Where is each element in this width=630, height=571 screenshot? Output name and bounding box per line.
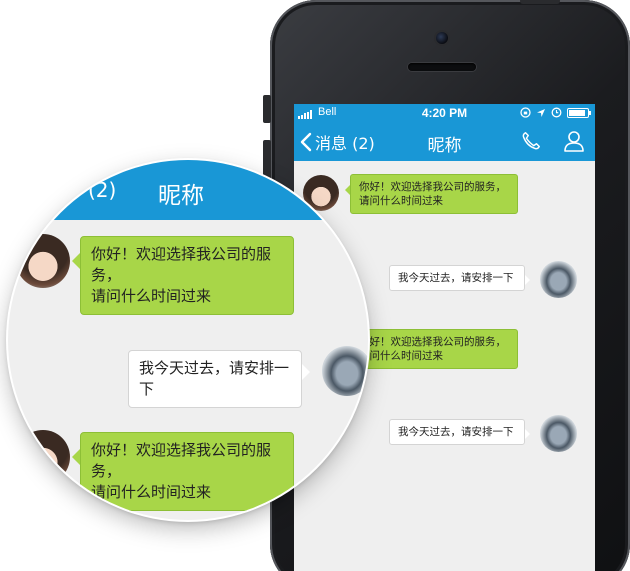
message-text: 请问什么时间过来 — [91, 287, 212, 305]
user-avatar[interactable] — [540, 415, 577, 452]
message-text: 请问什么时间过来 — [359, 195, 443, 207]
power-button — [520, 0, 560, 4]
message-text: 你好！欢迎选择我公司的服务， — [91, 441, 272, 480]
magnified-contact-avatar — [16, 430, 70, 484]
magnified-user-avatar — [322, 346, 368, 396]
message-bubble-sent[interactable]: 我今天过去，请安排一下 — [389, 419, 530, 445]
rotation-lock-icon — [520, 107, 531, 118]
battery-icon — [567, 107, 591, 118]
message-bubble-sent[interactable]: 我今天过去，请安排一下 — [389, 265, 530, 291]
magnifier-lens: (2) 昵称 你好！欢迎选择我公司的服务， 请问什么时间过来 我今天过去，请安排… — [8, 160, 368, 520]
message-text: 你好！欢迎选择我公司的服务， — [359, 181, 506, 193]
alarm-icon — [551, 107, 562, 118]
front-camera — [436, 32, 448, 44]
message-bubble-received[interactable]: 你好！欢迎选择我公司的服务， 请问什么时间过来 — [345, 174, 518, 214]
location-arrow-icon — [537, 108, 545, 117]
magnified-message-received: 你好！欢迎选择我公司的服务， 请问什么时间过来 — [72, 432, 294, 511]
magnified-chat-header: (2) 昵称 — [8, 160, 368, 220]
status-bar: Bell 4:20 PM — [294, 104, 595, 122]
message-text: 我今天过去，请安排一下 — [398, 426, 514, 438]
message-text: 我今天过去，请安排一下 — [398, 272, 514, 284]
magnified-message-received: 你好！欢迎选择我公司的服务， 请问什么时间过来 — [72, 236, 294, 315]
magnified-back-label: (2) — [88, 178, 117, 202]
message-text: 请问什么时间过来 — [91, 483, 212, 501]
magnified-message-sent: 我今天过去，请安排一下 — [128, 350, 310, 408]
message-text: 请问什么时间过来 — [359, 350, 443, 362]
magnified-contact-avatar — [16, 234, 70, 288]
phone-icon[interactable] — [520, 130, 542, 152]
message-text: 我今天过去，请安排一下 — [139, 359, 290, 398]
earpiece-speaker — [408, 63, 476, 71]
contact-name-title: 昵称 — [427, 136, 462, 156]
user-icon[interactable] — [562, 129, 586, 153]
user-avatar[interactable] — [540, 261, 577, 298]
mute-switch — [263, 95, 271, 123]
message-bubble-received[interactable]: 你好！欢迎选择我公司的服务， 请问什么时间过来 — [345, 329, 518, 369]
magnified-contact-title: 昵称 — [158, 183, 204, 209]
message-text: 你好！欢迎选择我公司的服务， — [359, 336, 506, 348]
message-text: 你好！欢迎选择我公司的服务， — [91, 245, 272, 284]
chat-header: 消息 (2) 昵称 — [294, 122, 595, 161]
